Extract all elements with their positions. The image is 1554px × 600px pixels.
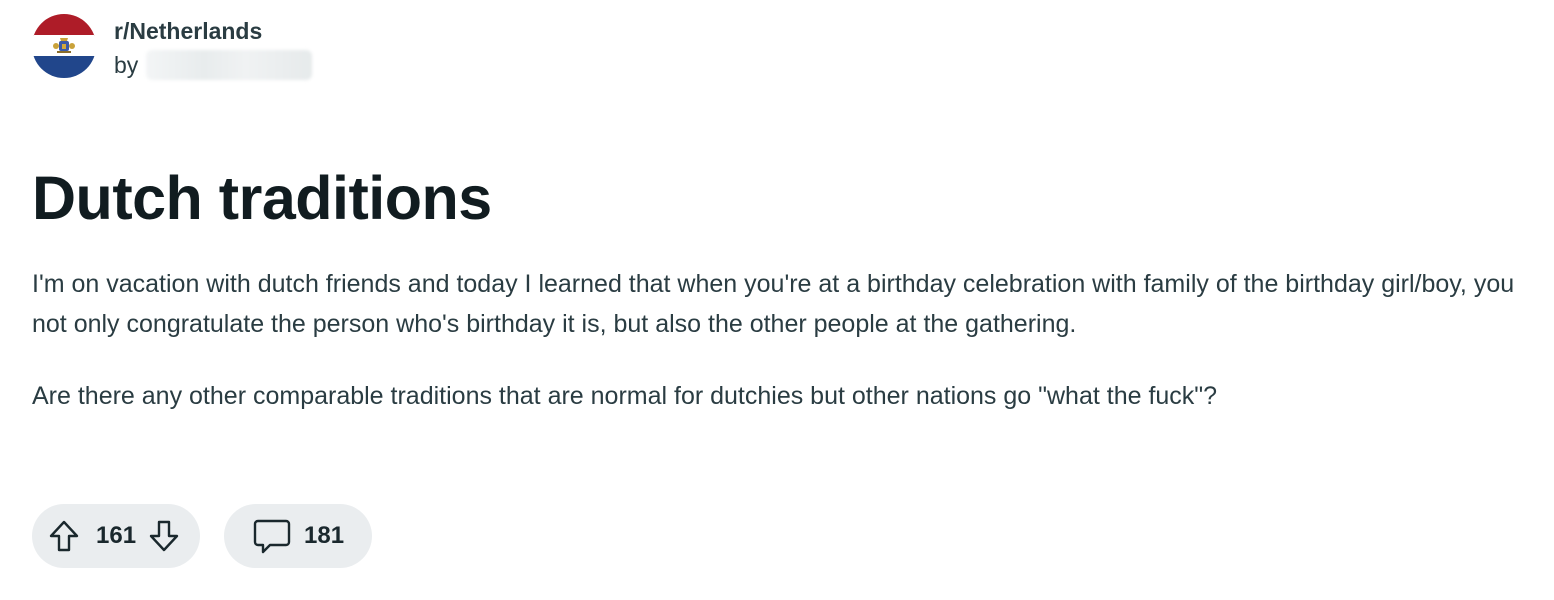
comments-button[interactable]: 181 (224, 504, 372, 568)
downvote-button[interactable] (146, 516, 182, 556)
vote-count: 161 (96, 522, 137, 549)
post-meta: r/Netherlands by (114, 17, 313, 81)
subreddit-name[interactable]: r/Netherlands (114, 17, 312, 45)
post-title[interactable]: Dutch traditions (32, 160, 492, 236)
byline-prefix: by (114, 51, 139, 78)
arrow-down-icon (149, 520, 179, 552)
byline: by (114, 47, 313, 81)
netherlands-flag-icon (32, 14, 96, 78)
post-body: I'm on vacation with dutch friends and t… (32, 264, 1522, 448)
comment-count: 181 (304, 522, 345, 549)
arrow-up-icon (49, 520, 79, 552)
upvote-button[interactable] (46, 516, 82, 556)
vote-control: 161 (32, 504, 200, 568)
subreddit-avatar[interactable] (32, 14, 96, 78)
reddit-post: r/Netherlands by Dutch traditions I'm on… (0, 0, 1554, 600)
comment-bubble-icon (253, 519, 291, 554)
author-name-redacted[interactable] (146, 49, 313, 80)
post-body-paragraph: I'm on vacation with dutch friends and t… (32, 270, 1515, 338)
post-body-paragraph: Are there any other comparable tradition… (32, 382, 1218, 410)
